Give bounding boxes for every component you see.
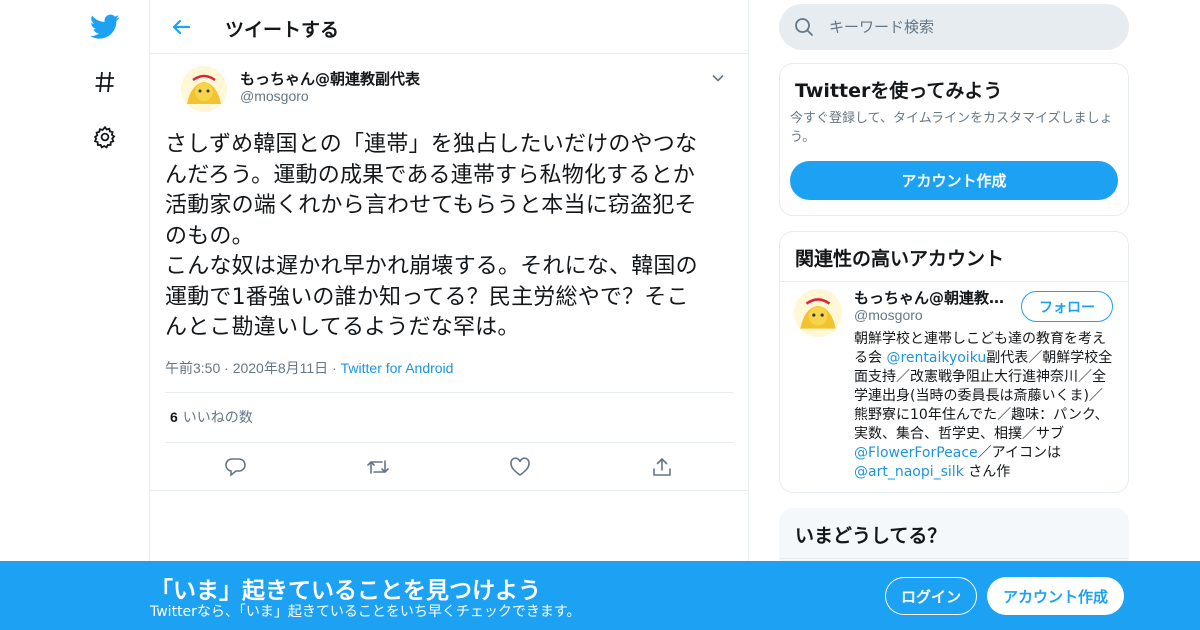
try-twitter-title: Twitterを使ってみよう (795, 80, 1003, 102)
avatar[interactable] (181, 66, 227, 112)
tweet-date[interactable]: 2020年8月11日 (233, 360, 328, 376)
signup-button[interactable]: アカウント作成 (790, 161, 1118, 200)
try-twitter-desc: 今すぐ登録して、タイムラインをカスタマイズしましょう。 (790, 111, 1113, 145)
meta-separator: · (332, 359, 341, 376)
twitter-logo-icon[interactable] (88, 10, 122, 44)
chevron-down-icon[interactable] (711, 70, 725, 89)
tweet-time[interactable]: 午前3:50 (165, 360, 220, 376)
bio-mention-link[interactable]: @art_naopi_silk (854, 464, 964, 480)
author-handle[interactable]: @mosgoro (240, 88, 309, 104)
bio-mention-link[interactable]: @FlowerForPeace (854, 445, 978, 461)
search-bar[interactable] (779, 4, 1129, 50)
page-title: ツイートする (225, 19, 340, 41)
gear-icon[interactable] (88, 120, 122, 154)
trends-title: いまどうしてる？ (780, 509, 1128, 559)
related-accounts-title: 関連性の高いアカウント (780, 232, 1128, 282)
related-account-name[interactable]: もっちゃん@朝連教副代表 (854, 287, 1014, 308)
bottom-bar-subtitle: Twitterなら、「いま」起きていることをいち早くチェックできます。 (150, 604, 581, 620)
bio-text: さん作 (963, 464, 1011, 480)
likes-stat[interactable]: 6 いいねの数 (165, 391, 733, 443)
tweet-author: もっちゃん@朝連教副代表 @mosgoro (165, 54, 733, 118)
follow-button[interactable]: フォロー (1021, 291, 1113, 322)
meta-separator: · (224, 359, 233, 376)
bio-mention-link[interactable]: @rentaikyoiku (886, 350, 986, 366)
retweet-icon[interactable] (366, 455, 390, 479)
bottom-bar-title: 「いま」起きていることを見つけよう (150, 578, 541, 604)
tweet-detail: もっちゃん@朝連教副代表 @mosgoro さしずめ韓国との「連帯」を独占したい… (150, 54, 748, 491)
tweet-source[interactable]: Twitter for Android (341, 360, 454, 376)
tweet-meta: 午前3:50 · 2020年8月11日 · Twitter for Androi… (165, 358, 733, 378)
left-nav (70, 0, 150, 630)
related-account-bio: 朝鮮学校と連帯しこども達の教育を考える会 @rentaikyoiku副代表／朝鮮… (854, 330, 1116, 482)
main-header: ツイートする (150, 0, 748, 54)
related-account-handle[interactable]: @mosgoro (854, 307, 923, 323)
tweet-text: さしずめ韓国との「連帯」を独占したいだけのやつな んだろう。運動の成果である連帯… (165, 132, 698, 340)
main-column: ツイートする もっちゃん@朝連教副代表 @mosgoro さしずめ韓国との「連帯… (149, 0, 749, 630)
author-name[interactable]: もっちゃん@朝連教副代表 (240, 68, 420, 89)
search-input[interactable] (829, 14, 1109, 40)
hashtag-icon[interactable] (88, 65, 122, 99)
like-heart-icon[interactable] (508, 455, 532, 479)
related-accounts-card: 関連性の高いアカウント もっちゃん@朝連教副代表 @mosgoro フォロー 朝… (779, 231, 1129, 493)
avatar[interactable] (794, 289, 842, 337)
try-twitter-card: Twitterを使ってみよう 今すぐ登録して、タイムラインをカスタマイズしましょ… (779, 63, 1129, 216)
search-icon (794, 17, 814, 41)
likes-label: いいねの数 (182, 410, 253, 426)
likes-count: 6 (170, 409, 178, 425)
bio-text: ／アイコンは (977, 445, 1061, 461)
signup-button[interactable]: アカウント作成 (987, 577, 1124, 615)
tweet-actions (150, 443, 748, 491)
reply-icon[interactable] (224, 455, 248, 479)
login-button[interactable]: ログイン (885, 577, 977, 615)
bottom-signup-bar: 「いま」起きていることを見つけよう Twitterなら、「いま」起きていることを… (0, 561, 1200, 630)
back-arrow-icon[interactable] (168, 14, 194, 40)
share-icon[interactable] (650, 455, 674, 479)
